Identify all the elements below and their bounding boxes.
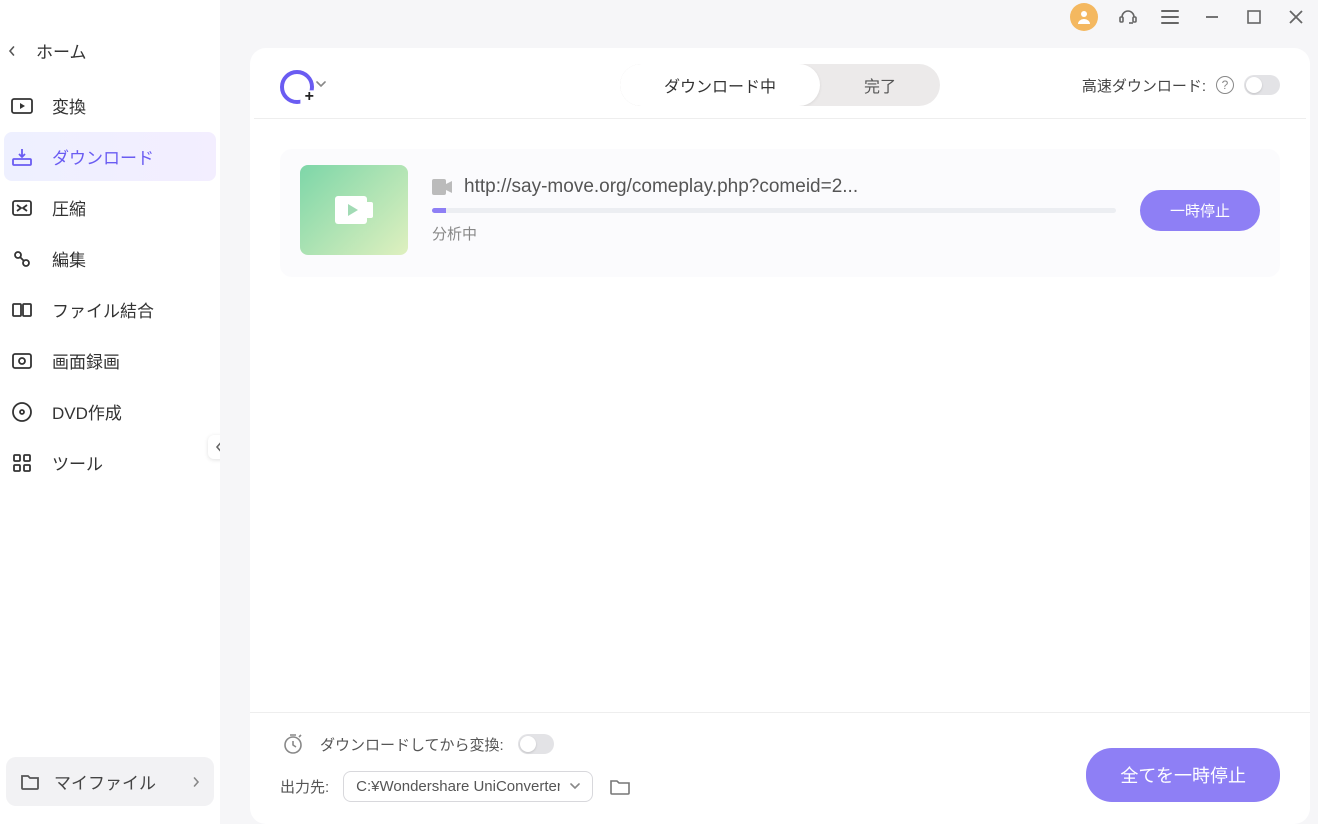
account-button[interactable] <box>1070 3 1098 31</box>
video-icon <box>432 179 452 195</box>
help-icon[interactable]: ? <box>1216 76 1234 94</box>
open-folder-button[interactable] <box>607 776 633 798</box>
download-item: http://say-move.org/comeplay.php?comeid=… <box>280 149 1280 277</box>
pause-all-label: 全てを一時停止 <box>1120 766 1246 786</box>
tools-icon <box>10 451 34 475</box>
compress-icon <box>10 196 34 220</box>
sidebar-item-edit[interactable]: 編集 <box>4 234 216 283</box>
sidebar-item-label: DVD作成 <box>52 399 122 424</box>
chevron-down-icon <box>316 81 326 89</box>
chevron-left-icon <box>6 45 18 57</box>
folder-icon <box>20 773 40 791</box>
sidebar-item-merge[interactable]: ファイル結合 <box>4 285 216 334</box>
menu-icon[interactable] <box>1158 5 1182 29</box>
tab-completed[interactable]: 完了 <box>820 64 940 106</box>
maximize-button[interactable] <box>1242 5 1266 29</box>
panel-header: ダウンロード中 完了 高速ダウンロード: ? <box>250 48 1310 118</box>
sidebar-item-tools[interactable]: ツール <box>4 438 216 487</box>
chevron-right-icon <box>192 777 200 787</box>
sidebar-item-record[interactable]: 画面録画 <box>4 336 216 385</box>
merge-icon <box>10 298 34 322</box>
main-area: ダウンロード中 完了 高速ダウンロード: ? <box>220 0 1318 824</box>
download-list: http://say-move.org/comeplay.php?comeid=… <box>250 119 1310 712</box>
fast-download-label: 高速ダウンロード: <box>1082 75 1206 96</box>
pause-all-button[interactable]: 全てを一時停止 <box>1086 748 1280 802</box>
tab-downloading[interactable]: ダウンロード中 <box>620 64 820 106</box>
chevron-down-icon <box>570 783 580 791</box>
sidebar-item-label: ダウンロード <box>52 144 154 169</box>
sidebar-item-label: ツール <box>52 450 103 475</box>
schedule-icon[interactable] <box>280 731 306 757</box>
sidebar-item-download[interactable]: ダウンロード <box>4 132 216 181</box>
add-url-button[interactable] <box>280 70 326 100</box>
myfiles-label: マイファイル <box>54 769 156 794</box>
sidebar-myfiles[interactable]: マイファイル <box>6 757 214 806</box>
sidebar-item-label: 圧縮 <box>52 195 86 220</box>
tab-label: 完了 <box>864 79 896 96</box>
tab-label: ダウンロード中 <box>664 79 776 96</box>
dvd-icon <box>10 400 34 424</box>
titlebar <box>220 0 1318 30</box>
download-url: http://say-move.org/comeplay.php?comeid=… <box>464 176 858 198</box>
download-icon <box>10 145 34 169</box>
panel-footer: ダウンロードしてから変換: 出力先: C:¥Wondershare UniCon… <box>250 712 1310 824</box>
convert-after-toggle[interactable] <box>518 734 554 754</box>
sidebar-item-compress[interactable]: 圧縮 <box>4 183 216 232</box>
pause-button-label: 一時停止 <box>1170 203 1230 220</box>
sidebar-item-label: 編集 <box>52 246 86 271</box>
convert-after-label: ダウンロードしてから変換: <box>320 734 504 755</box>
sidebar-item-label: 画面録画 <box>52 348 120 373</box>
output-path-select[interactable]: C:¥Wondershare UniConverter 1 <box>343 771 593 802</box>
close-button[interactable] <box>1284 5 1308 29</box>
support-icon[interactable] <box>1116 5 1140 29</box>
output-path-text: C:¥Wondershare UniConverter 1 <box>356 778 560 795</box>
link-plus-icon <box>280 70 310 100</box>
sidebar-item-label: 変換 <box>52 93 86 118</box>
tabs: ダウンロード中 完了 <box>620 64 940 106</box>
sidebar-home[interactable]: ホーム <box>0 22 220 79</box>
download-status: 分析中 <box>432 223 1116 244</box>
content-panel: ダウンロード中 完了 高速ダウンロード: ? <box>250 48 1310 824</box>
sidebar-home-label: ホーム <box>36 38 87 63</box>
sidebar-item-label: ファイル結合 <box>52 297 154 322</box>
sidebar-item-dvd[interactable]: DVD作成 <box>4 387 216 436</box>
pause-button[interactable]: 一時停止 <box>1140 190 1260 231</box>
edit-icon <box>10 247 34 271</box>
sidebar-item-convert[interactable]: 変換 <box>4 81 216 130</box>
minimize-button[interactable] <box>1200 5 1224 29</box>
record-icon <box>10 349 34 373</box>
convert-icon <box>10 94 34 118</box>
progress-bar <box>432 208 1116 213</box>
sidebar: ホーム 変換 ダウンロード 圧縮 <box>0 0 220 824</box>
fast-download-toggle[interactable] <box>1244 75 1280 95</box>
thumbnail <box>300 165 408 255</box>
output-label: 出力先: <box>280 776 329 797</box>
